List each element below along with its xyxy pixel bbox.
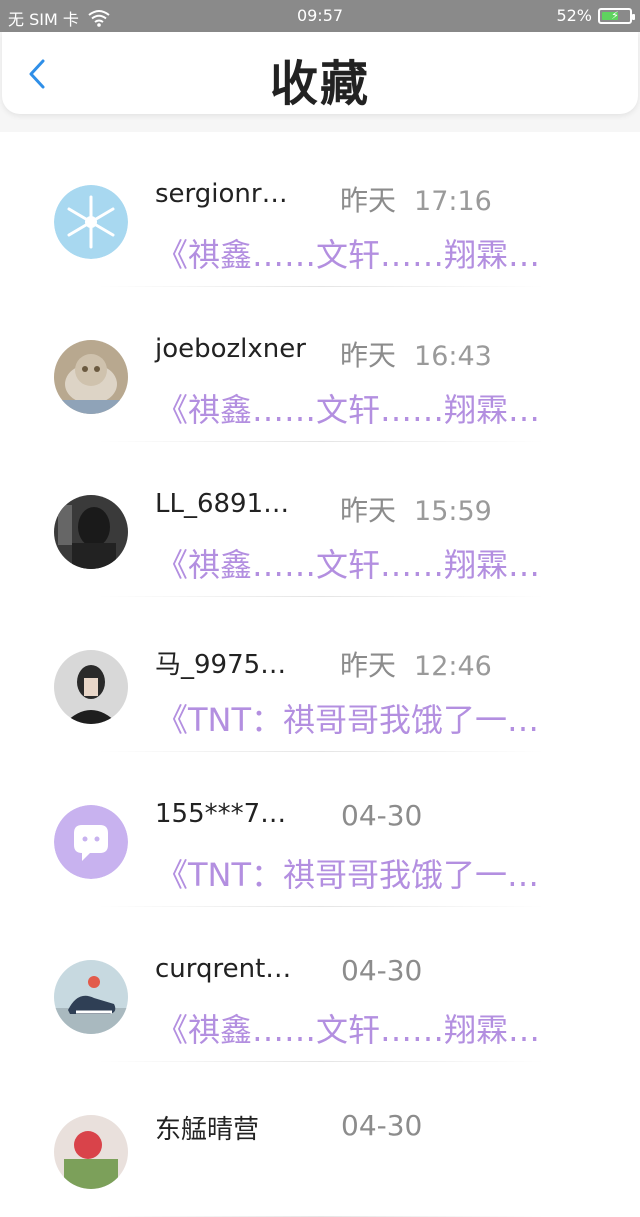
header: 收藏	[2, 32, 638, 114]
message-preview: 《祺鑫……文轩……翔霖…	[156, 236, 541, 274]
timestamp-date: 昨天	[340, 649, 397, 682]
battery-percent: 52%	[556, 6, 592, 25]
sender-name: joebozlxner	[155, 334, 306, 364]
favorite-item[interactable]: sergionr… 昨天 17:16 《祺鑫……文轩……翔霖…	[0, 132, 640, 287]
favorite-item[interactable]: 马_9975… 昨天 12:46 《TNT：祺哥哥我饿了一…	[0, 597, 640, 752]
status-bar: 无 SIM 卡 09:57 52% ⚡	[0, 0, 640, 32]
avatar	[54, 650, 128, 724]
timestamp: 昨天 16:43	[340, 334, 492, 374]
message-preview: 《TNT：祺哥哥我饿了一…	[156, 856, 540, 894]
header-wrap: 收藏	[0, 32, 640, 132]
timestamp: 04-30	[341, 1109, 422, 1142]
charging-bolt-icon: ⚡	[611, 9, 619, 22]
sender-name: 马_9975…	[155, 650, 287, 680]
status-right: 52% ⚡	[556, 6, 635, 25]
favorite-item[interactable]: 155***7… 04-30 《TNT：祺哥哥我饿了一…	[0, 752, 640, 907]
timestamp-date: 04-30	[341, 799, 423, 832]
timestamp-date: 昨天	[340, 184, 397, 217]
timestamp-date: 04-30	[341, 1109, 423, 1142]
message-preview: 《TNT：祺哥哥我饿了一…	[156, 701, 540, 739]
sender-name: curqrent…	[155, 954, 292, 984]
sender-name: LL_6891…	[155, 489, 290, 519]
battery-icon: ⚡	[598, 7, 635, 24]
timestamp: 昨天 15:59	[340, 489, 492, 529]
avatar	[54, 1115, 128, 1189]
avatar	[54, 185, 128, 259]
timestamp: 昨天 17:16	[340, 179, 492, 219]
timestamp-date: 04-30	[341, 954, 423, 987]
timestamp-time: 17:16	[414, 186, 492, 217]
timestamp: 04-30	[341, 799, 422, 832]
timestamp: 昨天 12:46	[340, 644, 492, 684]
favorite-item[interactable]: joebozlxner 昨天 16:43 《祺鑫……文轩……翔霖…	[0, 287, 640, 442]
timestamp-time: 15:59	[414, 496, 492, 527]
avatar	[54, 805, 128, 879]
timestamp-time: 12:46	[414, 651, 492, 682]
favorite-item[interactable]: curqrent… 04-30 《祺鑫……文轩……翔霖…	[0, 907, 640, 1062]
timestamp: 04-30	[341, 954, 422, 987]
page-title: 收藏	[269, 56, 370, 112]
timestamp-date: 昨天	[340, 494, 397, 527]
timestamp-date: 昨天	[340, 339, 397, 372]
avatar	[54, 340, 128, 414]
favorite-item[interactable]: 东艋晴营 04-30	[0, 1062, 640, 1217]
message-preview: 《祺鑫……文轩……翔霖…	[156, 546, 541, 584]
favorites-list: sergionr… 昨天 17:16 《祺鑫……文轩……翔霖… joebozlxner…	[0, 132, 640, 1217]
message-preview: 《祺鑫……文轩……翔霖…	[156, 391, 541, 429]
favorite-item[interactable]: LL_6891… 昨天 15:59 《祺鑫……文轩……翔霖…	[0, 442, 640, 597]
avatar	[54, 495, 128, 569]
avatar	[54, 960, 128, 1034]
status-time: 09:57	[296, 6, 344, 25]
sender-name: 155***7…	[155, 799, 287, 829]
timestamp-time: 16:43	[414, 341, 492, 372]
sender-name: sergionr…	[155, 179, 288, 209]
sender-name: 东艋晴营	[155, 1115, 260, 1145]
message-preview: 《祺鑫……文轩……翔霖…	[156, 1011, 541, 1049]
